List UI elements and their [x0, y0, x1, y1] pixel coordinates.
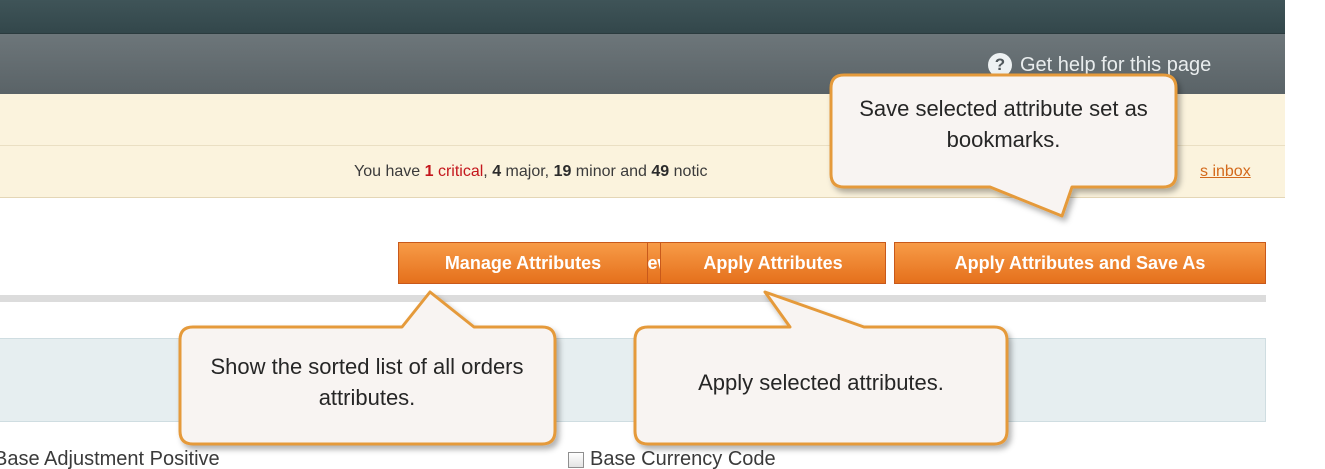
save-bookmarks-callout-text: Save selected attribute set as bookmarks… [859, 96, 1148, 153]
apply-selected-callout-text: Apply selected attributes. [698, 370, 944, 395]
sorted-list-callout-text: Show the sorted list of all orders attri… [210, 354, 524, 411]
